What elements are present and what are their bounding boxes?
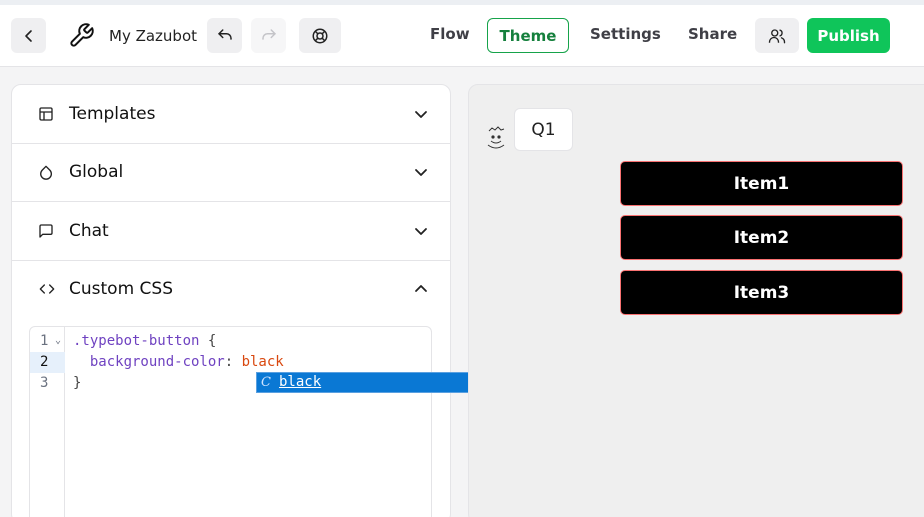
chevron-down-icon xyxy=(415,169,427,176)
code-colon: : xyxy=(224,354,242,370)
css-selector: .typebot-button xyxy=(73,333,200,349)
bot-name[interactable]: My Zazubot xyxy=(109,27,197,45)
code-brace: { xyxy=(199,333,217,349)
layout-icon xyxy=(39,107,53,121)
chevron-up-icon xyxy=(415,285,427,292)
help-button[interactable] xyxy=(299,18,341,53)
redo-icon xyxy=(261,28,276,40)
tab-share[interactable]: Share xyxy=(688,25,737,43)
message-square-icon xyxy=(39,224,53,238)
chevron-down-icon xyxy=(415,111,427,118)
tab-theme[interactable]: Theme xyxy=(487,18,569,53)
constant-icon: C xyxy=(261,375,271,390)
undo-button[interactable] xyxy=(207,18,242,53)
code-line: background-color: black xyxy=(73,352,284,373)
code-line: } xyxy=(73,373,81,394)
back-button[interactable] xyxy=(11,18,46,53)
accordion-label: Custom CSS xyxy=(69,279,173,299)
chevron-left-icon xyxy=(24,29,32,42)
tab-flow[interactable]: Flow xyxy=(430,25,470,43)
bot-message-bubble: Q1 xyxy=(514,108,573,151)
suggestion-text: black xyxy=(279,374,322,390)
redo-button[interactable] xyxy=(251,18,286,53)
wrench-icon xyxy=(70,23,94,47)
users-icon xyxy=(768,28,786,43)
line-number-gutter: 1 ⌄ 2 3 xyxy=(30,327,65,517)
theme-settings-panel: Templates Global Chat Custom CSS 1 ⌄ 2 3… xyxy=(11,84,451,517)
chevron-down-icon xyxy=(415,228,427,235)
collaborators-button[interactable] xyxy=(755,18,799,53)
droplet-icon xyxy=(40,165,52,180)
life-buoy-icon xyxy=(312,28,328,43)
line-number: 2 xyxy=(30,352,65,373)
css-value: black xyxy=(241,354,284,370)
accordion-templates[interactable]: Templates xyxy=(12,85,450,144)
code-line: .typebot-button { xyxy=(73,331,216,352)
choice-button[interactable]: Item3 xyxy=(620,270,903,315)
top-bar: My Zazubot Flow Theme Settings Share Pub… xyxy=(0,0,924,67)
css-property: background-color xyxy=(89,354,225,370)
accordion-label: Global xyxy=(69,162,124,182)
code-brace: } xyxy=(73,375,82,391)
accordion-label: Chat xyxy=(69,221,109,241)
accordion-label: Templates xyxy=(69,104,156,124)
undo-icon xyxy=(217,28,232,40)
publish-button[interactable]: Publish xyxy=(807,18,890,53)
accordion-chat[interactable]: Chat xyxy=(12,202,450,261)
choice-button[interactable]: Item1 xyxy=(620,161,903,206)
tab-settings[interactable]: Settings xyxy=(590,25,661,43)
line-number: 3 xyxy=(40,375,49,391)
fold-chevron-icon[interactable]: ⌄ xyxy=(55,335,61,346)
chat-preview: Q1 Item1 Item2 Item3 xyxy=(468,84,924,517)
choice-button[interactable]: Item2 xyxy=(620,215,903,260)
accordion-global[interactable]: Global xyxy=(12,143,450,202)
code-icon xyxy=(39,284,55,294)
bot-avatar xyxy=(487,126,505,149)
accordion-custom-css[interactable]: Custom CSS xyxy=(12,260,450,319)
css-code-editor[interactable]: 1 ⌄ 2 3 .typebot-button { background-col… xyxy=(29,326,432,517)
